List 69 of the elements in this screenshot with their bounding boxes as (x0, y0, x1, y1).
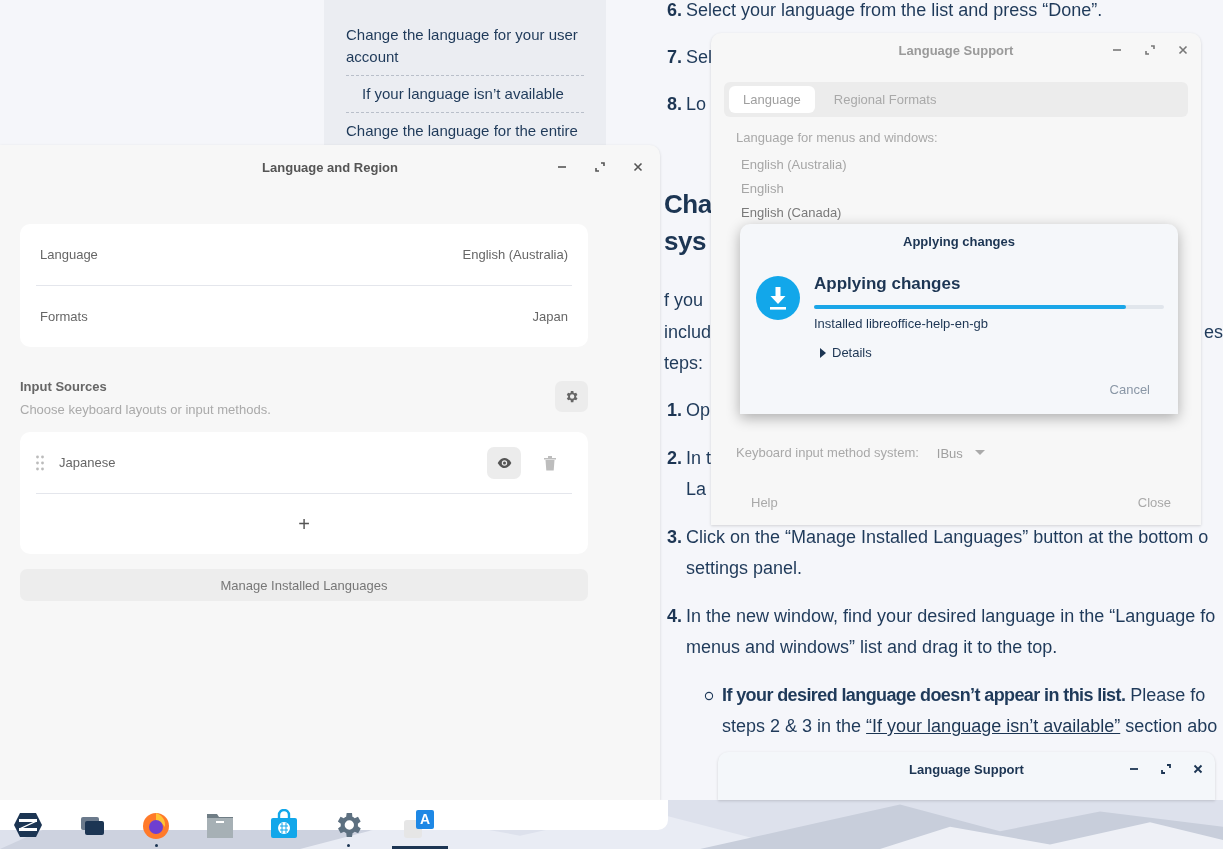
input-method-dropdown[interactable]: IBus (936, 445, 985, 461)
section-heading: Cha (664, 189, 712, 219)
sidebar-link[interactable]: Change the language for the entire (346, 120, 584, 149)
dialog-heading: Applying changes (814, 274, 962, 294)
drag-handle-icon[interactable] (35, 454, 45, 471)
step-number: 6. (667, 0, 683, 22)
cancel-button[interactable]: Cancel (1109, 381, 1150, 399)
bullet-text: section abo (1125, 715, 1218, 738)
step-text: In the new window, find your desired language in the “Language fo (686, 605, 1216, 626)
window-title: Language and Region (262, 159, 398, 175)
add-button[interactable]: + (298, 514, 310, 534)
dialog-title: Applying changes (903, 233, 1015, 249)
status-text: Installed libreoffice-help-en-gb (814, 315, 989, 333)
step-number: 2. (667, 446, 683, 470)
step-text: La (686, 479, 707, 499)
preview-button[interactable] (487, 446, 521, 479)
bullet-text: steps 2 & 3 in the (722, 715, 862, 738)
list-label: Language for menus and windows: (736, 129, 939, 147)
dialog-button[interactable]: Close (1137, 493, 1171, 513)
setting-label: Formats (40, 309, 89, 324)
step-text: Select your language from the list and press “Done”. (686, 0, 1103, 22)
window-title: Language Support (898, 42, 1014, 58)
step-number: 1. (667, 399, 683, 422)
input-source-name: Japanese (59, 455, 117, 470)
setting-value[interactable]: English (Australia) (462, 247, 568, 262)
close-icon[interactable] (632, 161, 644, 173)
step-number: 7. (667, 46, 683, 69)
sidebar-link[interactable]: Change the language for your user account (346, 24, 584, 76)
section-heading: sys (664, 226, 706, 256)
step-number: 4. (667, 604, 683, 628)
window-title: Language Support (909, 761, 1024, 777)
section-link[interactable]: “If your language isn’t available” (866, 711, 1121, 743)
paragraph-text: includ (664, 320, 712, 344)
settings-button[interactable] (555, 381, 588, 412)
maximize-icon[interactable] (1160, 763, 1172, 775)
step-text: In t (686, 447, 711, 468)
eye-icon (495, 456, 513, 469)
step-text: menus and windows” list and drag it to the top. (686, 637, 1058, 657)
paragraph-text: f you (664, 289, 704, 312)
close-icon[interactable] (1192, 763, 1204, 775)
step-number: 3. (667, 525, 683, 549)
details-expander[interactable]: Details (820, 344, 872, 362)
step-text: Click on the “Manage Installed Languages” button at the bottom o (686, 526, 1209, 547)
tab[interactable]: Regional Formats (819, 86, 951, 113)
setting-label: Language (40, 247, 99, 262)
step-text: Lo (686, 93, 707, 116)
gear-icon (564, 389, 579, 404)
paragraph-text: teps: (664, 352, 704, 375)
shopping-bag-icon[interactable] (268, 809, 300, 841)
step-number: 8. (667, 93, 683, 116)
step-text: settings panel. (686, 558, 803, 578)
step-text: Op (686, 400, 710, 420)
sidebar-link[interactable]: If your language isn’t available (346, 83, 584, 113)
language-item[interactable]: English (Canada) (741, 205, 842, 220)
download-icon (756, 276, 800, 320)
manage-languages-button[interactable]: Manage Installed Languages (20, 569, 588, 601)
section-subtitle: Choose keyboard layouts or input methods. (20, 401, 271, 419)
paragraph-text: es (1204, 320, 1223, 344)
dialog-button[interactable]: Help (751, 493, 778, 513)
step-text: Sel (686, 46, 712, 69)
language-item[interactable]: English (Australia) (741, 157, 847, 172)
bullet-text: If your desired language doesn’t appear in this list. Please fo (722, 684, 1206, 705)
section-title: Input Sources (20, 378, 108, 396)
setting-value[interactable]: Japan (532, 309, 568, 324)
tab[interactable]: Language (729, 86, 815, 113)
bullet-icon (704, 690, 714, 701)
input-method-label: Keyboard input method system: (736, 444, 919, 462)
caret-icon (974, 450, 985, 456)
language-item[interactable]: English (741, 181, 784, 196)
